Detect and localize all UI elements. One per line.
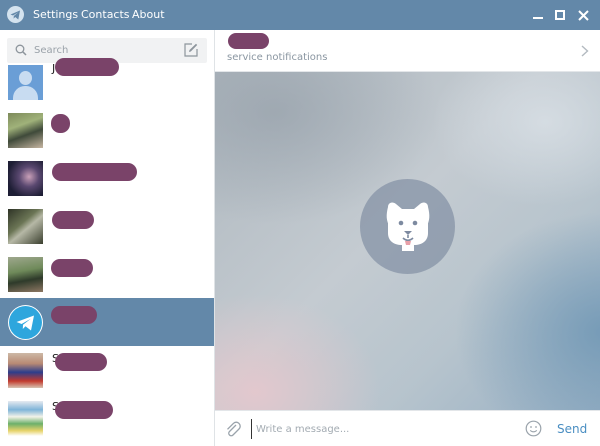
redacted-chat-name [55,353,107,371]
search-icon [15,44,27,56]
message-input[interactable] [251,419,511,439]
chat-list-item[interactable] [0,202,214,250]
chat-list-item-active[interactable] [0,298,214,346]
title-bar: Settings Contacts About [0,0,600,30]
redacted-chat-name [55,401,113,419]
close-icon [578,10,589,21]
attach-icon[interactable] [225,420,241,438]
menu-about[interactable]: About [132,0,165,30]
telegram-icon [16,315,34,331]
chevron-right-icon[interactable] [581,45,589,57]
menu-settings[interactable]: Settings [33,0,78,30]
default-user-icon [19,71,32,85]
redacted-peer-name [228,33,269,49]
chat-list-item[interactable] [0,250,214,298]
chat-list-item[interactable] [0,106,214,154]
avatar [8,305,43,340]
menu-contacts[interactable]: Contacts [81,0,130,30]
redacted-chat-name [52,211,94,229]
maximize-button[interactable] [548,0,572,30]
bot-emblem [360,179,455,274]
redacted-chat-name [55,58,119,76]
peer-status: service notifications [227,52,328,63]
chat-header[interactable]: service notifications [215,30,600,72]
redacted-chat-name [51,114,70,133]
avatar [8,257,43,292]
minimize-icon [533,17,543,19]
chat-list: J [0,58,214,446]
avatar [8,353,43,388]
message-composer: Send [215,410,600,446]
chat-list-item[interactable]: S [0,394,214,442]
chat-list-item[interactable]: S [0,346,214,394]
telegram-logo-icon [7,6,24,23]
redacted-chat-name [51,259,93,277]
send-button[interactable]: Send [557,411,587,446]
redacted-chat-name [51,306,97,324]
avatar [8,401,43,436]
chat-list-item[interactable] [0,154,214,202]
chat-list-item[interactable]: J [0,58,214,106]
dog-icon [386,202,430,251]
emoji-icon[interactable] [525,420,542,437]
redacted-chat-name [52,163,137,181]
chat-background [215,72,600,410]
avatar [8,65,43,100]
close-button[interactable] [571,0,595,30]
avatar [8,209,43,244]
avatar [8,113,43,148]
avatar [8,161,43,196]
chat-list-panel: J [0,30,215,446]
maximize-icon [555,10,565,20]
compose-icon[interactable] [184,43,198,57]
conversation-panel: service notifications Write a message...… [215,30,600,446]
